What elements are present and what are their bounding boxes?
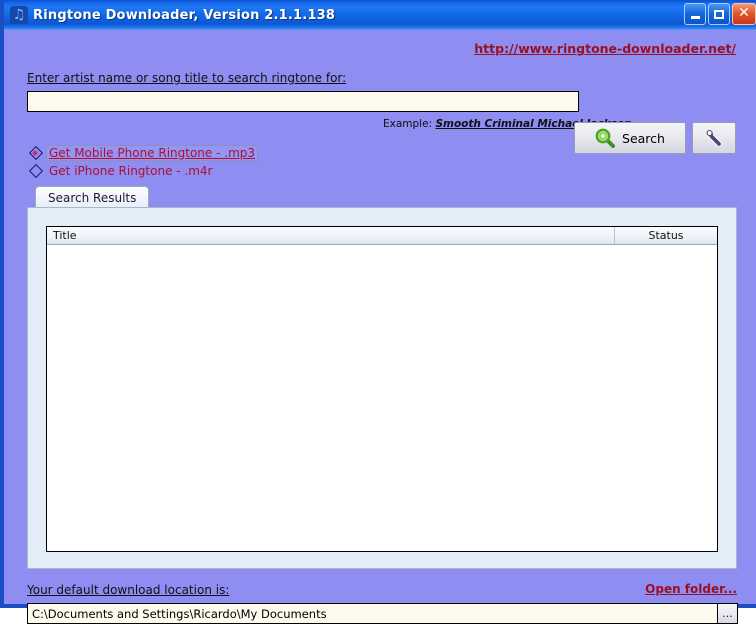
results-list-view[interactable]: Title Status [46,226,718,552]
minimize-icon [690,16,700,19]
download-location-label: Your default download location is: [27,583,230,597]
tab-strip: Search Results [27,186,737,208]
client-area: http://www.ringtone-downloader.net/ Ente… [8,30,756,624]
window-controls: ✕ [684,3,756,25]
open-folder-link[interactable]: Open folder... [645,582,737,596]
search-label: Enter artist name or song title to searc… [27,71,347,85]
search-button[interactable]: Search [574,122,686,154]
radio-iphone-ringtone-m4r[interactable]: Get iPhone Ringtone - .m4r [29,164,212,178]
results-header-row: Title Status [47,227,717,245]
close-icon: ✕ [738,5,750,21]
close-button[interactable]: ✕ [732,3,756,25]
radio-mobile-ringtone-mp3[interactable]: Get Mobile Phone Ringtone - .mp3 [29,145,259,161]
column-header-title[interactable]: Title [47,227,615,244]
window-title: Ringtone Downloader, Version 2.1.1.138 [33,7,336,23]
tab-search-results[interactable]: Search Results [35,186,150,208]
minimize-button[interactable] [684,3,706,25]
radio-unselected-icon [29,165,42,178]
column-header-status[interactable]: Status [615,227,717,244]
maximize-icon [714,9,724,19]
maximize-button[interactable] [708,3,730,25]
browse-folder-button[interactable]: ... [717,603,738,624]
radio-iphone-ringtone-label: Get iPhone Ringtone - .m4r [49,164,213,178]
magnifier-icon [595,128,616,148]
settings-button[interactable] [692,122,736,154]
music-note-icon: ♫ [10,6,28,24]
wrench-icon [706,129,722,147]
results-list-body[interactable] [47,245,717,551]
search-button-label: Search [622,130,665,146]
example-prefix: Example: [383,118,433,130]
title-bar: ♫ Ringtone Downloader, Version 2.1.1.138… [4,0,756,30]
search-input[interactable] [27,91,579,112]
application-window: ♫ Ringtone Downloader, Version 2.1.1.138… [0,0,756,624]
download-path-input[interactable] [27,603,718,624]
radio-mobile-ringtone-label: Get Mobile Phone Ringtone - .mp3 [46,145,259,161]
website-link[interactable]: http://www.ringtone-downloader.net/ [474,41,736,56]
radio-selected-icon [29,147,42,160]
search-results-panel: Title Status [27,207,737,569]
